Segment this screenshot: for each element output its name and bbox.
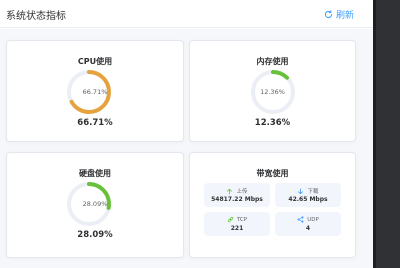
memory-usage-value: 12.36% xyxy=(254,118,291,128)
bandwidth-card-title: 带宽使用 xyxy=(256,169,289,178)
download-value: 42.65 Mbps xyxy=(288,196,328,203)
memory-card-title: 内存使用 xyxy=(256,57,289,66)
upload-value: 54817.22 Mbps xyxy=(211,196,263,203)
cpu-usage-card: CPU使用 66.71% 66.71% xyxy=(6,40,184,142)
memory-gauge-center-text: 12.36% xyxy=(260,88,285,96)
cpu-usage-value: 66.71% xyxy=(77,118,113,128)
link-icon xyxy=(227,216,234,223)
metrics-area: CPU使用 66.71% 66.71% 内存使用 12.36% 12.36% 硬… xyxy=(0,29,373,268)
udp-stat-tile: UDP 4 xyxy=(275,212,341,236)
bandwidth-usage-card: 带宽使用 上传 54817.22 Mbps 下载 42.65 Mbps TCP … xyxy=(189,152,356,258)
tcp-value: 221 xyxy=(230,225,244,232)
download-label: 下载 xyxy=(307,189,319,195)
tcp-label: TCP xyxy=(236,216,248,223)
disk-card-title: 硬盘使用 xyxy=(79,169,111,178)
side-window-border xyxy=(373,0,376,268)
disk-usage-card: 硬盘使用 28.09% 28.09% xyxy=(6,152,184,258)
panel-header: 系统状态指标 刷新 xyxy=(0,0,373,28)
cpu-gauge-center-text: 66.71% xyxy=(82,88,108,96)
download-arrow-icon xyxy=(297,188,304,195)
download-stat-tile: 下载 42.65 Mbps xyxy=(275,183,341,207)
udp-value: 4 xyxy=(305,225,311,232)
refresh-button[interactable]: 刷新 xyxy=(324,7,354,21)
memory-usage-card: 内存使用 12.36% 12.36% xyxy=(189,40,356,142)
side-window-edge xyxy=(373,0,400,268)
cpu-card-title: CPU使用 xyxy=(77,57,113,66)
tcp-stat-tile: TCP 221 xyxy=(204,212,270,236)
share-nodes-icon xyxy=(297,216,304,223)
udp-label: UDP xyxy=(307,216,319,223)
disk-usage-value: 28.09% xyxy=(77,230,113,240)
page-title: 系统状态指标 xyxy=(6,11,66,22)
upload-label: 上传 xyxy=(236,189,248,195)
upload-stat-tile: 上传 54817.22 Mbps xyxy=(204,183,270,207)
upload-arrow-icon xyxy=(226,188,233,195)
refresh-label: 刷新 xyxy=(336,10,355,21)
refresh-icon xyxy=(324,9,333,19)
system-status-panel: 系统状态指标 刷新 CPU使用 66.71% 66.71% 内存使用 12.36… xyxy=(0,0,373,268)
disk-gauge-center-text: 28.09% xyxy=(82,200,108,208)
